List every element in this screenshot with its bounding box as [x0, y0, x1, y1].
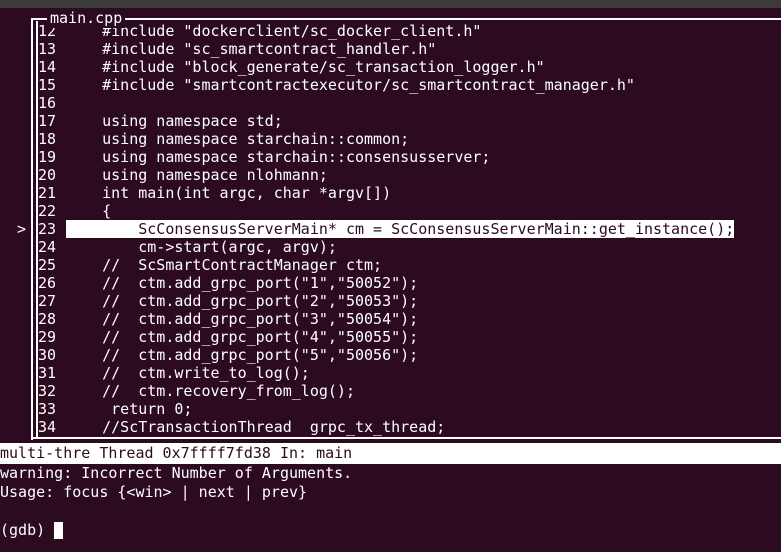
source-line-text: #include "smartcontractexecutor/sc_smart… — [66, 76, 635, 94]
source-line-number: 24 — [38, 238, 57, 256]
text-cursor — [54, 522, 64, 539]
gdb-command-window[interactable]: warning: Incorrect Number of Arguments. … — [0, 464, 781, 552]
source-code-area[interactable]: 12 #include "dockerclient/sc_docker_clie… — [38, 22, 781, 437]
source-line-text: // ScSmartContractManager ctm; — [66, 256, 383, 274]
source-line-text: using namespace std; — [66, 112, 283, 130]
source-line: 23 ScConsensusServerMain* cm = ScConsens… — [38, 220, 781, 238]
source-line-text: return 0; — [66, 400, 193, 418]
source-line: 29 // ctm.add_grpc_port("4","50055"); — [38, 328, 781, 346]
source-window-left-border — [31, 18, 33, 440]
source-line-text: // ctm.add_grpc_port("5","50056"); — [66, 346, 419, 364]
gdb-source-window: main.cpp > 12 #include "dockerclient/sc_… — [0, 8, 781, 440]
source-line-text: // ctm.add_grpc_port("1","50052"); — [66, 274, 419, 292]
source-line-number: 30 — [38, 346, 57, 364]
source-line-number: 19 — [38, 148, 57, 166]
source-line: 14 #include "block_generate/sc_transacti… — [38, 58, 781, 76]
source-line-number: 35 — [38, 436, 66, 437]
gdb-prompt-row[interactable]: (gdb) — [0, 521, 781, 540]
source-line-text: int main(int argc, char *argv[]) — [66, 184, 392, 202]
source-line: 13 #include "sc_smartcontract_handler.h" — [38, 40, 781, 58]
source-line-text: // ctm.add_grpc_port("3","50054"); — [66, 310, 419, 328]
source-line: 33 return 0; — [38, 400, 781, 418]
source-line-number: 13 — [38, 40, 57, 58]
source-line: 18 using namespace starchain::common; — [38, 130, 781, 148]
source-line-text: // ctm.add_grpc_port("2","50053"); — [66, 292, 419, 310]
source-line-number: 20 — [38, 166, 57, 184]
source-line-text: #include "dockerclient/sc_docker_client.… — [66, 22, 482, 40]
source-line-text: // ctm.add_grpc_port("4","50055"); — [66, 328, 419, 346]
source-line-number: 22 — [38, 202, 57, 220]
source-line: 25 // ScSmartContractManager ctm; — [38, 256, 781, 274]
source-line-number: 33 — [38, 400, 57, 418]
source-line-number: 18 — [38, 130, 57, 148]
source-line-text: #include "block_generate/sc_transaction_… — [66, 58, 545, 76]
source-line-text: // ctm.write_to_log(); — [66, 364, 310, 382]
source-line-text: using namespace starchain::common; — [66, 130, 410, 148]
source-line: 12 #include "dockerclient/sc_docker_clie… — [38, 22, 781, 40]
source-line-text: { — [66, 202, 112, 220]
source-line-number: 16 — [38, 94, 57, 112]
exec-marker-gutter: > — [0, 22, 31, 437]
source-line: 17 using namespace std; — [38, 112, 781, 130]
source-line-number: 29 — [38, 328, 57, 346]
source-line: 27 // ctm.add_grpc_port("2","50053"); — [38, 292, 781, 310]
source-line: 28 // ctm.add_grpc_port("3","50054"); — [38, 310, 781, 328]
source-line-number: 31 — [38, 364, 57, 382]
source-line: 21 int main(int argc, char *argv[]) — [38, 184, 781, 202]
source-line: 22 { — [38, 202, 781, 220]
source-line-number: 17 — [38, 112, 57, 130]
gdb-prompt-label: (gdb) — [0, 521, 55, 539]
source-line: 19 using namespace starchain::consensuss… — [38, 148, 781, 166]
source-line-text: cm->start(argc, argv); — [66, 238, 337, 256]
source-line-number: 25 — [38, 256, 57, 274]
source-line: 30 // ctm.add_grpc_port("5","50056"); — [38, 346, 781, 364]
source-line-number: 23 — [38, 220, 57, 238]
source-window-top-border — [31, 18, 781, 20]
source-line-number: 14 — [38, 58, 57, 76]
window-edge-strip — [0, 0, 781, 8]
source-line: 32 // ctm.recovery_from_log(); — [38, 382, 781, 400]
current-line-marker: > — [17, 220, 27, 238]
source-line: 31 // ctm.write_to_log(); — [38, 364, 781, 382]
source-line-number: 28 — [38, 310, 57, 328]
source-line-text: // ctm.recovery_from_log(); — [66, 382, 355, 400]
source-line: 20 using namespace nlohmann; — [38, 166, 781, 184]
terminal-window: main.cpp > 12 #include "dockerclient/sc_… — [0, 0, 781, 552]
source-line-text: #include "sc_smartcontract_handler.h" — [66, 40, 437, 58]
source-line-text: using namespace starchain::consensusserv… — [66, 148, 491, 166]
source-line: 34 //ScTransactionThread grpc_tx_thread; — [38, 418, 781, 436]
source-line-number: 27 — [38, 292, 57, 310]
source-line: 15 #include "smartcontractexecutor/sc_sm… — [38, 76, 781, 94]
source-line-number: 34 — [38, 418, 57, 436]
command-output-line — [0, 502, 781, 521]
source-window-bottom-border — [31, 437, 781, 439]
source-line-text: //ScTransactionThread grpc_tx_thread; — [66, 418, 446, 436]
source-line-number: 26 — [38, 274, 57, 292]
source-line-text: ScConsensusServerMain* cm = ScConsensusS… — [66, 220, 735, 238]
source-line-number: 32 — [38, 382, 57, 400]
source-line: 35 — [38, 436, 781, 437]
source-line-text: using namespace nlohmann; — [66, 166, 328, 184]
source-line: 24 cm->start(argc, argv); — [38, 238, 781, 256]
command-output-line: warning: Incorrect Number of Arguments. — [0, 464, 353, 482]
source-line-number: 15 — [38, 76, 57, 94]
source-line: 16 — [38, 94, 781, 112]
source-line-number: 21 — [38, 184, 57, 202]
source-line: 26 // ctm.add_grpc_port("1","50052"); — [38, 274, 781, 292]
status-bar: multi-thre Thread 0x7ffff7fd38 In: main — [0, 443, 781, 464]
source-window-title: main.cpp — [47, 8, 126, 28]
command-output-line: Usage: focus {<win> | next | prev} — [0, 483, 308, 501]
